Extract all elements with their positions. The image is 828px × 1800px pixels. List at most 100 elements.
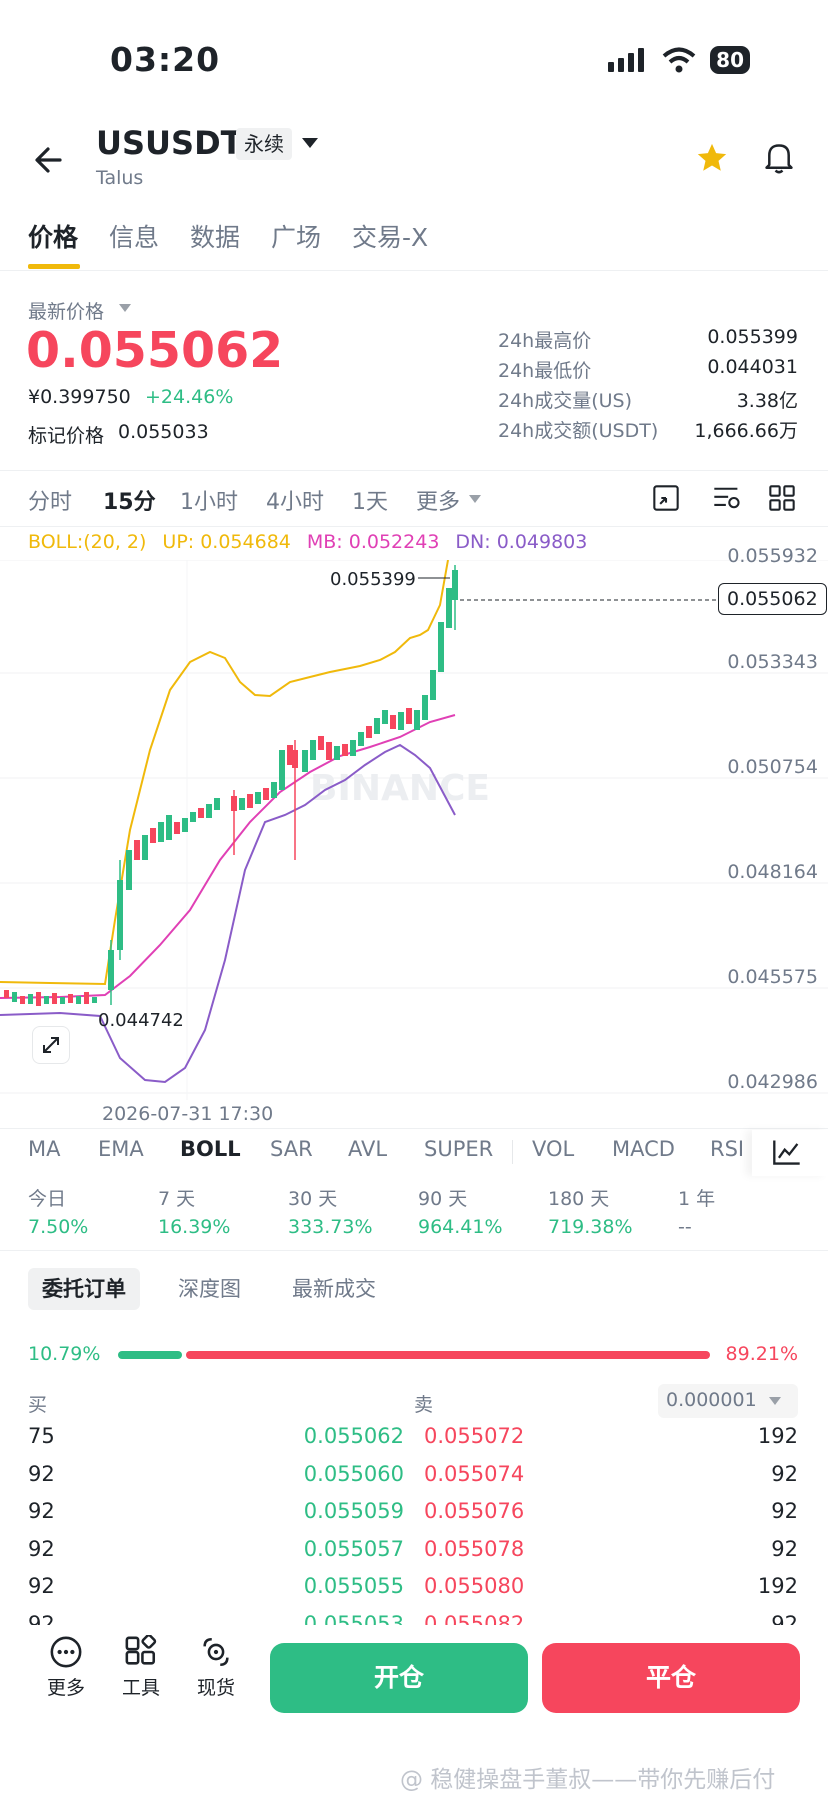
perf-value: -- (678, 1216, 692, 1238)
tools-button[interactable]: 工具 (111, 1635, 171, 1700)
ask-qty: 92 (771, 1461, 798, 1486)
divider (0, 470, 828, 471)
stat-value-volume: 3.38亿 (736, 390, 798, 412)
buy-percent: 10.79% (28, 1343, 101, 1365)
more-button[interactable]: 更多 (36, 1635, 96, 1700)
stat-label-volume: 24h成交量(US) (498, 390, 633, 412)
dropdown-caret-icon[interactable] (300, 136, 320, 150)
favorite-star-icon[interactable] (695, 141, 729, 175)
orderbook-row[interactable]: 92 0.055057 0.055078 92 (0, 1537, 828, 1574)
tf-1h[interactable]: 1小时 (180, 484, 238, 516)
open-position-button[interactable]: 开仓 (270, 1643, 528, 1713)
perf-value: 719.38% (548, 1216, 633, 1238)
bell-icon[interactable] (762, 140, 796, 176)
tf-4h[interactable]: 4小时 (266, 484, 324, 516)
indicator-chart-icon (773, 1140, 800, 1165)
wifi-icon (662, 47, 696, 73)
tf-15m[interactable]: 15分 (103, 484, 156, 516)
tf-more-caret-icon[interactable] (468, 494, 482, 504)
fullscreen-icon[interactable] (652, 484, 680, 512)
symbol-title[interactable]: USUSDT (96, 124, 242, 162)
tab-depth[interactable]: 深度图 (178, 1268, 241, 1310)
tf-line[interactable]: 分时 (28, 484, 72, 516)
ind-avl[interactable]: AVL (348, 1137, 387, 1161)
last-price-caret-icon[interactable] (118, 303, 132, 313)
precision-selector[interactable]: 0.000001 (658, 1384, 798, 1418)
bid-qty: 75 (28, 1424, 55, 1448)
back-arrow-icon[interactable] (30, 140, 70, 180)
ind-macd[interactable]: MACD (612, 1137, 675, 1161)
ask-qty: 192 (757, 1574, 798, 1598)
status-time: 03:20 (110, 40, 221, 79)
tools-label: 工具 (121, 1677, 160, 1699)
kline-chart[interactable]: BINANCE 0.055399 0.044742 (0, 560, 828, 1100)
spot-button[interactable]: 现货 (186, 1635, 246, 1700)
tab-data[interactable]: 数据 (190, 218, 240, 254)
buy-column-label: 买 (28, 1394, 48, 1416)
boll-legend: BOLL:(20, 2) UP: 0.054684 MB: 0.052243 D… (28, 531, 587, 553)
ind-sar[interactable]: SAR (270, 1137, 313, 1161)
chart-date: 2026-07-31 17:30 (102, 1103, 274, 1125)
ind-rsi[interactable]: RSI (710, 1137, 744, 1161)
precision-value: 0.000001 (666, 1389, 757, 1411)
close-position-button[interactable]: 平仓 (542, 1643, 800, 1713)
orderbook-row[interactable]: 92 0.055059 0.055076 92 (0, 1499, 828, 1536)
spot-exchange-icon (203, 1637, 229, 1667)
more-label: 更多 (46, 1677, 85, 1699)
tab-trades[interactable]: 最新成交 (292, 1268, 376, 1310)
expand-chart-button[interactable] (32, 1026, 70, 1064)
tab-trade-x[interactable]: 交易-X (352, 218, 428, 254)
boll-up: UP: 0.054684 (162, 531, 291, 553)
last-price-label[interactable]: 最新价格 (28, 297, 104, 324)
status-icons: 80 (608, 46, 750, 74)
mark-price-label: 标记价格 (28, 425, 105, 447)
ind-ma[interactable]: MA (28, 1137, 60, 1161)
layout-grid-icon[interactable] (768, 484, 796, 512)
divider (0, 526, 828, 527)
ind-super[interactable]: SUPER (424, 1137, 493, 1161)
indicator-settings-button[interactable] (752, 1130, 828, 1176)
orderbook-row[interactable]: 75 0.055062 0.055072 192 (0, 1424, 828, 1461)
ratio-bar (118, 1351, 710, 1359)
main-tabs: 价格 信息 数据 广场 交易-X (0, 212, 828, 271)
bid-price: 0.055059 (303, 1499, 404, 1523)
boll-mb: MB: 0.052243 (306, 531, 440, 553)
tab-orderbook[interactable]: 委托订单 (28, 1268, 140, 1310)
ratio-bar-sell (186, 1351, 710, 1359)
bid-qty: 92 (28, 1499, 55, 1523)
stats-panel: 24h最高价 0.055399 24h最低价 0.044031 24h成交量(U… (498, 326, 798, 446)
expand-icon (43, 1037, 59, 1053)
orderbook-row[interactable]: 92 0.055055 0.055080 192 (0, 1574, 828, 1611)
bid-price: 0.055055 (303, 1574, 404, 1598)
tab-info[interactable]: 信息 (109, 218, 159, 254)
ind-ema[interactable]: EMA (98, 1137, 144, 1161)
ratio-bar-buy (118, 1351, 182, 1359)
ask-price: 0.055076 (424, 1499, 525, 1523)
ind-vol[interactable]: VOL (532, 1137, 574, 1161)
low-marker-label: 0.044742 (98, 1010, 184, 1031)
perf-label: 7 天 (158, 1188, 196, 1210)
y-axis-label: 0.042986 (727, 1071, 818, 1093)
divider (0, 1250, 828, 1251)
boll-mid-line (0, 714, 456, 999)
chart-settings-icon[interactable] (712, 484, 742, 512)
stat-label-low: 24h最低价 (498, 360, 592, 382)
price-change: +24.46% (145, 386, 234, 408)
tab-square[interactable]: 广场 (271, 218, 321, 254)
precision-caret-icon (769, 1397, 781, 1405)
sell-percent: 89.21% (725, 1343, 798, 1365)
tab-price[interactable]: 价格 (28, 218, 78, 254)
ind-boll[interactable]: BOLL (180, 1137, 241, 1161)
tf-more[interactable]: 更多 (416, 484, 460, 516)
signal-icon (608, 48, 645, 72)
high-marker-label: 0.055399 (330, 569, 416, 590)
y-axis-label: 0.050754 (727, 756, 818, 778)
y-axis-label: 0.053343 (727, 651, 818, 673)
active-tab-indicator (28, 264, 80, 269)
stat-value-low: 0.044031 (707, 356, 798, 378)
tf-1d[interactable]: 1天 (352, 484, 388, 516)
y-axis-label: 0.048164 (727, 861, 818, 883)
perf-value: 333.73% (288, 1216, 373, 1238)
orderbook-row[interactable]: 92 0.055060 0.055074 92 (0, 1462, 828, 1499)
perf-value: 16.39% (158, 1216, 231, 1238)
